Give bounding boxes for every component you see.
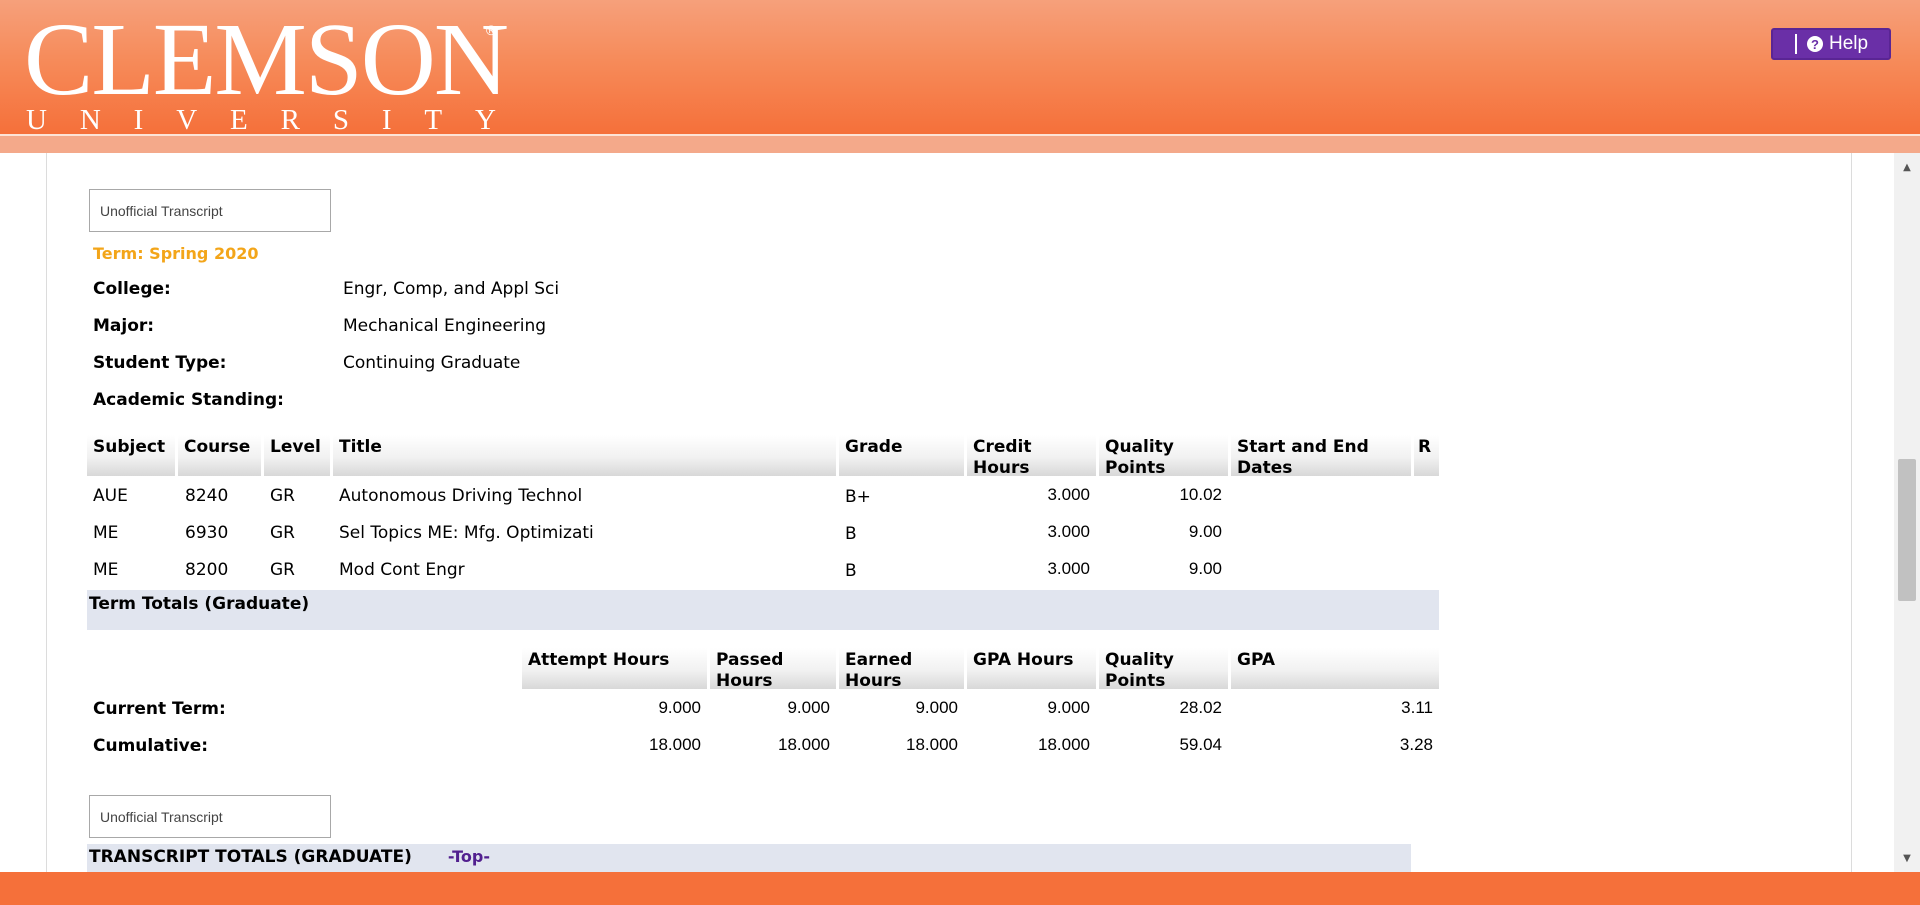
cell-course: 8240 <box>185 486 229 506</box>
info-label: Major: <box>93 316 155 336</box>
col-header-gpa: GPA <box>1231 648 1439 689</box>
transcript-totals-label: TRANSCRIPT TOTALS (GRADUATE) <box>89 847 412 867</box>
logo-letter: I <box>133 104 144 136</box>
top-link[interactable]: -Top- <box>448 847 490 866</box>
cell-subject: ME <box>93 523 119 543</box>
col-header-level: Level <box>264 435 330 476</box>
cell-grade: B+ <box>845 487 871 507</box>
cell-level: GR <box>270 523 295 543</box>
logo-letter: V <box>176 104 198 136</box>
logo-registered-mark: ® <box>486 22 497 38</box>
col-header-subject: Subject <box>87 435 175 476</box>
cell-title: Sel Topics ME: Mfg. Optimizati <box>339 523 594 543</box>
cell-attempt-hours: 9.000 <box>658 698 701 717</box>
col-header-r: R <box>1414 435 1439 476</box>
question-circle-icon: ? <box>1807 36 1823 52</box>
info-value: Engr, Comp, and Appl Sci <box>343 279 560 299</box>
scroll-thumb[interactable] <box>1898 459 1916 601</box>
scroll-up-arrow-icon[interactable]: ▲ <box>1894 157 1920 177</box>
logo-letter: E <box>230 104 248 136</box>
transcript-totals-band: TRANSCRIPT TOTALS (GRADUATE) -Top- <box>87 844 1411 872</box>
totals-row-label: Current Term: <box>93 699 226 719</box>
cell-title: Mod Cont Engr <box>339 560 465 580</box>
cell-level: GR <box>270 486 295 506</box>
cell-level: GR <box>270 560 295 580</box>
cell-course: 6930 <box>185 523 229 543</box>
site-header: CLEMSON ® U N I V E R S I T Y ? Help <box>0 0 1920 136</box>
cell-quality-points: 9.00 <box>1188 559 1222 578</box>
info-label: Academic Standing: <box>93 390 284 410</box>
col-header-quality-points: Quality Points <box>1099 435 1228 476</box>
info-label: Student Type: <box>93 353 227 373</box>
cell-grade: B <box>845 561 857 581</box>
header-band <box>0 136 1920 153</box>
col-header-course: Course <box>178 435 261 476</box>
cell-course: 8200 <box>185 560 229 580</box>
cell-attempt-hours: 18.000 <box>649 735 701 754</box>
col-header-passed-hours: Passed Hours <box>710 648 836 689</box>
unofficial-transcript-box: Unofficial Transcript <box>89 189 331 232</box>
cell-credit-hours: 3.000 <box>1047 522 1090 541</box>
help-divider <box>1795 34 1797 54</box>
term-totals-band: Term Totals (Graduate) <box>87 590 1439 630</box>
col-header-title: Title <box>333 435 836 476</box>
col-header-gpa-hours: GPA Hours <box>967 648 1096 689</box>
logo-letter: N <box>79 104 101 136</box>
cell-gpa-hours: 9.000 <box>1047 698 1090 717</box>
cell-quality-points: 10.02 <box>1179 485 1222 504</box>
logo-letter: I <box>381 104 392 136</box>
col-header-earned-hours: Earned Hours <box>839 648 964 689</box>
cell-quality-points: 28.02 <box>1179 698 1222 717</box>
help-label: Help <box>1829 33 1869 54</box>
clemson-university-logo[interactable]: CLEMSON ® U N I V E R S I T Y <box>24 2 509 136</box>
cell-passed-hours: 9.000 <box>787 698 830 717</box>
logo-letter: U <box>26 104 47 136</box>
logo-letter: T <box>424 104 443 136</box>
col-header-grade: Grade <box>839 435 964 476</box>
logo-letter: S <box>332 104 349 136</box>
logo-subtitle: U N I V E R S I T Y <box>26 104 496 136</box>
cell-credit-hours: 3.000 <box>1047 559 1090 578</box>
cell-earned-hours: 18.000 <box>906 735 958 754</box>
logo-letter: Y <box>475 104 496 136</box>
cell-gpa: 3.11 <box>1401 698 1433 717</box>
cell-gpa: 3.28 <box>1399 735 1433 754</box>
cell-quality-points: 59.04 <box>1179 735 1222 754</box>
cell-quality-points: 9.00 <box>1188 522 1222 541</box>
logo-wordmark: CLEMSON <box>24 2 509 117</box>
logo-letter: R <box>280 104 300 136</box>
cell-gpa-hours: 18.000 <box>1038 735 1090 754</box>
col-header-credit-hours: Credit Hours <box>967 435 1096 476</box>
scroll-down-arrow-icon[interactable]: ▼ <box>1894 848 1920 868</box>
col-header-attempt-hours: Attempt Hours <box>522 648 707 689</box>
cell-subject: ME <box>93 560 119 580</box>
info-value: Mechanical Engineering <box>343 316 547 336</box>
cell-subject: AUE <box>93 486 128 506</box>
totals-row-label: Cumulative: <box>93 736 209 756</box>
col-header-totals-quality-points: Quality Points <box>1099 648 1228 689</box>
cell-passed-hours: 18.000 <box>778 735 830 754</box>
cell-grade: B <box>845 524 857 544</box>
content-panel <box>46 153 1852 872</box>
col-header-start-end-dates: Start and End Dates <box>1231 435 1411 476</box>
footer-bar <box>0 872 1920 905</box>
unofficial-transcript-box-2: Unofficial Transcript <box>89 795 331 838</box>
cell-credit-hours: 3.000 <box>1047 485 1090 504</box>
cell-title: Autonomous Driving Technol <box>339 486 583 506</box>
vertical-scrollbar[interactable]: ▲ ▼ <box>1894 153 1920 872</box>
info-label: College: <box>93 279 171 299</box>
help-button[interactable]: ? Help <box>1771 28 1891 60</box>
cell-earned-hours: 9.000 <box>915 698 958 717</box>
info-value: Continuing Graduate <box>343 353 521 373</box>
term-label: Term: Spring 2020 <box>93 244 259 263</box>
